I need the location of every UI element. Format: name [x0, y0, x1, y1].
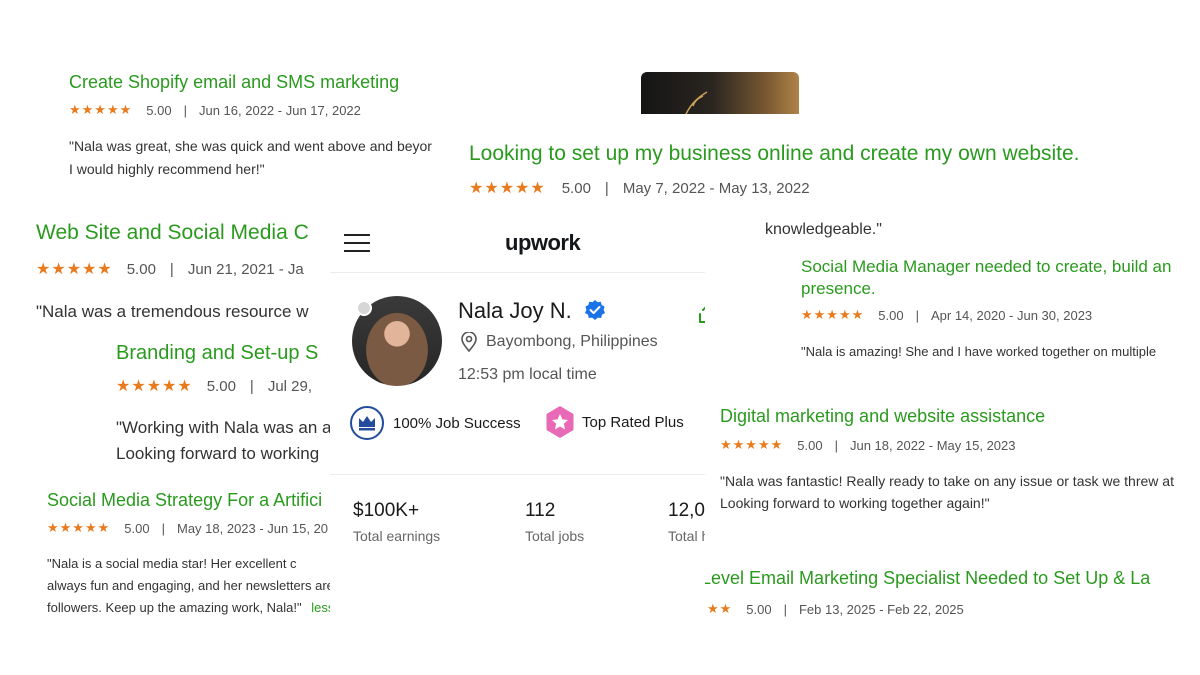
- review-quote-line: Looking forward to working: [116, 444, 320, 463]
- quote-text: followers. Keep up the amazing work, Nal…: [47, 600, 302, 615]
- review-quote-line: "Working with Nala was an a: [116, 418, 330, 437]
- stat-jobs: 112 Total jobs: [525, 500, 584, 544]
- review-card-social-manager: Social Media Manager needed to create, b…: [780, 245, 1200, 375]
- review-meta: ★★★★★ 5.00 | Jun 21, 2021 - Ja: [36, 259, 304, 279]
- profile-location: Bayombong, Philippines: [486, 333, 658, 350]
- stats-divider: [330, 474, 705, 475]
- rating-stars: ★★★★★: [720, 437, 784, 452]
- header-divider: [330, 272, 705, 273]
- stat-label: Total jobs: [525, 528, 585, 544]
- divider: |: [249, 377, 254, 395]
- review-meta: ★★★★★ 5.00 | Jul 29,: [116, 376, 312, 396]
- divider: |: [915, 307, 919, 323]
- verified-icon: [585, 300, 605, 320]
- divider: |: [834, 437, 838, 453]
- date-range: Jun 21, 2021 - Ja: [187, 260, 304, 278]
- job-success-badge: 100% Job Success: [349, 405, 521, 441]
- stat-hours: 12,0 Total hours: [668, 500, 705, 544]
- stat-value: $100K+: [353, 500, 420, 521]
- stat-label: Total hours: [668, 528, 705, 544]
- rating-stars: ★★★★★: [47, 520, 111, 535]
- review-quote-line: "Nala was great, she was quick and went …: [69, 138, 432, 154]
- profile-name: Nala Joy N.: [458, 298, 572, 323]
- rating-value: 5.00: [206, 377, 236, 395]
- online-dot-icon: [356, 300, 372, 316]
- rating-stars: ★★★★★: [801, 307, 865, 322]
- date-range: Feb 13, 2025 - Feb 22, 2025: [798, 601, 964, 617]
- rating-stars: ★★★★★: [116, 378, 193, 395]
- divider: |: [161, 520, 165, 536]
- share-icon[interactable]: [696, 302, 705, 326]
- rating-value: 5.00: [124, 520, 150, 536]
- rating-stars: ★★★★★: [36, 261, 113, 278]
- date-range: Jul 29,: [267, 377, 313, 395]
- rating-stars: ★★★★★: [69, 102, 133, 117]
- divider: |: [169, 260, 174, 278]
- review-card-shopify: Create Shopify email and SMS marketing ★…: [60, 62, 460, 192]
- date-range: May 18, 2023 - Jun 15, 20: [176, 520, 329, 536]
- review-quote-line: I would highly recommend her!": [69, 161, 265, 177]
- date-range: May 7, 2022 - May 13, 2022: [622, 179, 810, 197]
- rating-value: 5.00: [126, 260, 156, 278]
- stat-earnings: $100K+ Total earnings: [353, 500, 440, 544]
- profile-local-time: 12:53 pm local time: [458, 366, 597, 383]
- review-card-website-social: Web Site and Social Media C ★★★★★ 5.00 |…: [28, 208, 330, 330]
- stat-value: 112: [525, 500, 556, 521]
- divider: |: [783, 601, 787, 617]
- review-meta: ★★★★★ 5.00 | Jun 18, 2022 - May 15, 2023: [720, 437, 1016, 453]
- review-title[interactable]: Looking to set up my business online and…: [469, 142, 1080, 166]
- menu-icon[interactable]: [344, 234, 370, 254]
- crown-icon: [350, 406, 384, 440]
- review-title[interactable]: Branding and Set-up S: [116, 342, 318, 365]
- review-title[interactable]: Web Site and Social Media C: [36, 221, 309, 245]
- top-rated-label: Top Rated Plus: [582, 413, 684, 431]
- stat-label: Total earnings: [353, 528, 441, 544]
- stat-value: 12,0: [668, 500, 705, 521]
- date-range: Jun 18, 2022 - May 15, 2023: [849, 437, 1016, 453]
- review-quote-line: "Nala is a social media star! Her excell…: [47, 556, 297, 571]
- review-quote-line: "Nala was fantastic! Really ready to tak…: [720, 473, 1174, 489]
- review-card-digital: Digital marketing and website assistance…: [705, 392, 1200, 527]
- review-card-branding: Branding and Set-up S ★★★★★ 5.00 | Jul 2…: [108, 330, 330, 470]
- review-quote-line: knowledgeable.": [765, 221, 882, 238]
- gold-leaf-icon: [685, 91, 708, 115]
- rating-stars: ★★★★★: [469, 180, 546, 197]
- review-title-continued[interactable]: presence.: [801, 279, 876, 299]
- review-meta: ★★★★★ 5.00 | May 7, 2022 - May 13, 2022: [469, 178, 810, 198]
- job-success-label: 100% Job Success: [393, 414, 521, 432]
- upwork-logo[interactable]: upwork: [505, 230, 581, 256]
- review-quote-line: "Nala was a tremendous resource w: [36, 302, 309, 321]
- product-thumbnail: [641, 72, 799, 117]
- profile-panel: upwork Nala Joy N. Bayombong, Philippine…: [330, 212, 705, 632]
- rating-value: 5.00: [561, 179, 591, 197]
- rating-value: 5.00: [146, 102, 172, 118]
- review-title[interactable]: Social Media Strategy For a Artifici: [47, 490, 322, 511]
- rating-value: 5.00: [797, 437, 823, 453]
- review-meta: ★★★★★ 5.00 | Feb 13, 2025 - Feb 22, 2025: [669, 601, 964, 617]
- review-quote-line: "Nala is amazing! She and I have worked …: [801, 344, 1157, 359]
- divider: |: [183, 102, 187, 118]
- review-quote-line: followers. Keep up the amazing work, Nal…: [47, 600, 334, 615]
- divider: |: [604, 179, 609, 197]
- star-badge-icon: [546, 406, 574, 438]
- review-quote-line: Looking forward to working together agai…: [720, 495, 990, 511]
- rating-value: 5.00: [878, 307, 904, 323]
- date-range: Jun 16, 2022 - Jun 17, 2022: [198, 102, 361, 118]
- review-meta: ★★★★★ 5.00 | Jun 16, 2022 - Jun 17, 2022: [69, 102, 361, 118]
- rating-value: 5.00: [746, 601, 772, 617]
- top-rated-badge: Top Rated Plus: [544, 405, 684, 439]
- review-meta: ★★★★★ 5.00 | May 18, 2023 - Jun 15, 20: [47, 520, 328, 536]
- review-card-highlevel: HighLevel Email Marketing Specialist Nee…: [657, 556, 1200, 636]
- review-title[interactable]: Create Shopify email and SMS marketing: [69, 72, 399, 93]
- review-title[interactable]: HighLevel Email Marketing Specialist Nee…: [664, 568, 1150, 589]
- location-icon: [461, 332, 477, 352]
- review-meta: ★★★★★ 5.00 | Apr 14, 2020 - Jun 30, 2023: [801, 307, 1092, 323]
- review-title[interactable]: Digital marketing and website assistance: [720, 406, 1045, 427]
- date-range: Apr 14, 2020 - Jun 30, 2023: [930, 307, 1093, 323]
- review-title[interactable]: Social Media Manager needed to create, b…: [801, 257, 1171, 277]
